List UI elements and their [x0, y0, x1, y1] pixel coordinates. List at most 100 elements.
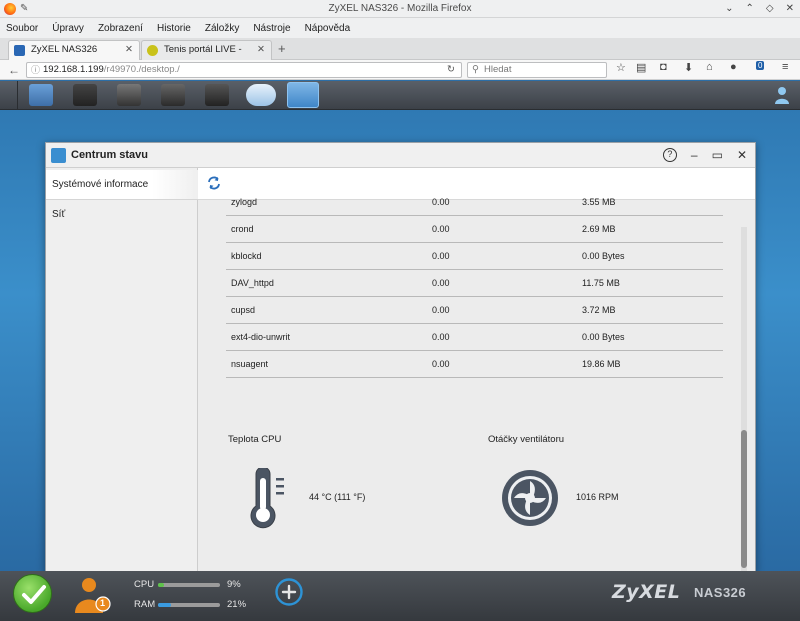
reading-list-icon[interactable]: ▤: [636, 61, 646, 74]
tenis-favicon-icon: [147, 45, 158, 56]
process-memory: 19.86 MB: [582, 359, 621, 369]
home-icon[interactable]: ⌂: [706, 61, 713, 73]
close-tab-icon[interactable]: ✕: [257, 41, 265, 59]
process-memory: 11.75 MB: [582, 278, 620, 288]
table-row: DAV_httpd 0.00 11.75 MB: [226, 270, 723, 297]
menu-upravy[interactable]: Úpravy: [52, 23, 84, 34]
process-cpu: 0.00: [432, 359, 450, 369]
menu-soubor[interactable]: Soubor: [6, 23, 38, 34]
ram-meter-fill: [158, 603, 172, 607]
new-tab-icon[interactable]: +: [278, 41, 286, 56]
minimize-icon[interactable]: –: [691, 143, 698, 168]
menu-hamburger-icon[interactable]: ≡: [782, 61, 788, 73]
cpu-temp-value: 44 °C (111 °F): [309, 492, 366, 502]
table-row: zylogd 0.00 3.55 MB: [226, 189, 723, 216]
search-input[interactable]: ⚲ Hledat: [467, 62, 607, 78]
chat-icon[interactable]: ●: [730, 61, 737, 73]
music-app-icon[interactable]: [161, 84, 185, 106]
expand-icon[interactable]: ⌃: [746, 0, 754, 18]
scrollbar-thumb[interactable]: [741, 430, 747, 568]
tab-zyxel[interactable]: ZyXEL NAS326 ✕: [8, 40, 140, 60]
url-bar[interactable]: ⓘ 192.168.1.199/r49970./desktop./ ↻: [26, 62, 462, 78]
fan-speed-label: Otáčky ventilátoru: [488, 434, 565, 445]
window-title: ZyXEL NAS326 - Mozilla Firefox: [328, 3, 472, 14]
system-ok-button[interactable]: [13, 574, 52, 613]
process-cpu: 0.00: [432, 197, 450, 207]
video-app-icon[interactable]: [205, 84, 229, 106]
notifications-button[interactable]: 1: [72, 577, 112, 613]
process-name: DAV_httpd: [231, 278, 274, 288]
users-app-icon[interactable]: [29, 84, 53, 106]
sidebar-item-label: Síť: [52, 209, 66, 220]
pin-icon[interactable]: ✎: [20, 0, 28, 18]
sidebar-item-network[interactable]: Síť: [46, 200, 198, 230]
menu-nastroje[interactable]: Nástroje: [253, 23, 290, 34]
float-icon[interactable]: ◇: [766, 0, 774, 18]
photo-app-icon[interactable]: [117, 84, 141, 106]
tab-tenis[interactable]: Tenis portál LIVE - tenis... ✕: [141, 40, 272, 73]
addon-badge[interactable]: 0: [756, 61, 765, 70]
help-icon[interactable]: ?: [662, 148, 677, 162]
media-server-app-icon[interactable]: [73, 84, 97, 106]
person-alert-icon: [75, 578, 111, 613]
nas-app-bar: [0, 81, 800, 110]
checkmark-icon: [22, 585, 46, 604]
menu-napoveda[interactable]: Nápověda: [305, 23, 351, 34]
collapse-icon[interactable]: ⌄: [725, 0, 733, 18]
bookmark-star-icon[interactable]: ☆: [616, 61, 626, 74]
thermometer-icon: [250, 468, 284, 529]
zyxel-favicon-icon: [14, 45, 25, 56]
cpu-value: 9%: [227, 579, 241, 590]
process-name: crond: [231, 224, 254, 234]
site-info-icon[interactable]: ⓘ: [31, 63, 40, 77]
process-name: ext4-dio-unwrit: [231, 332, 291, 342]
menu-zalozky[interactable]: Záložky: [205, 23, 239, 34]
ram-value: 21%: [227, 599, 247, 610]
window-header-title: Centrum stavu: [71, 149, 149, 161]
download-icon[interactable]: ⬇: [684, 61, 693, 74]
cpu-temp-label: Teplota CPU: [228, 434, 282, 445]
ram-label: RAM: [134, 599, 156, 610]
firefox-icon: [4, 3, 16, 15]
status-center-app-icon[interactable]: [287, 82, 319, 108]
process-memory: 0.00 Bytes: [582, 251, 625, 261]
add-widget-icon[interactable]: [274, 577, 304, 607]
notification-count: 1: [100, 598, 106, 608]
cpu-meter: [158, 583, 220, 587]
reload-icon[interactable]: ↻: [447, 63, 455, 77]
vertical-scrollbar[interactable]: [741, 227, 747, 571]
window-titlebar: ✎ ZyXEL NAS326 - Mozilla Firefox ⌄ ⌃ ◇ ✕: [0, 0, 800, 18]
menu-historie[interactable]: Historie: [157, 23, 191, 34]
process-cpu: 0.00: [432, 224, 450, 234]
sidebar-item-system-info[interactable]: Systémové informace: [46, 170, 198, 200]
process-name: zylogd: [231, 197, 258, 207]
close-icon[interactable]: ✕: [737, 143, 747, 168]
fan-speed-value: 1016 RPM: [576, 492, 619, 502]
content-panel: zylogd 0.00 3.55 MB crond 0.00 2.69 MB k…: [198, 168, 755, 572]
status-center-icon: [51, 148, 66, 163]
status-taskbar: 1 CPU 9% RAM 21% ZyXEL NAS326: [0, 571, 800, 621]
close-tab-icon[interactable]: ✕: [125, 41, 133, 59]
process-cpu: 0.00: [432, 332, 450, 342]
table-row: nsuagent 0.00 19.86 MB: [226, 351, 723, 378]
menu-zobrazeni[interactable]: Zobrazení: [98, 23, 143, 34]
cpu-label: CPU: [134, 579, 155, 590]
process-table: zylogd 0.00 3.55 MB crond 0.00 2.69 MB k…: [198, 197, 743, 572]
cpu-meter-fill: [158, 583, 164, 587]
table-row: kblockd 0.00 0.00 Bytes: [226, 243, 723, 270]
process-memory: 0.00 Bytes: [582, 332, 625, 342]
status-center-window: Centrum stavu ? – ▭ ✕ Systémové informac…: [45, 142, 756, 573]
process-cpu: 0.00: [432, 278, 450, 288]
process-name: cupsd: [231, 305, 256, 315]
refresh-icon[interactable]: [207, 176, 221, 190]
close-window-icon[interactable]: ✕: [786, 0, 794, 18]
tab-label: ZyXEL NAS326: [31, 44, 98, 55]
search-placeholder: Hledat: [484, 64, 512, 75]
fan-icon: [502, 470, 558, 526]
back-icon[interactable]: ←: [8, 62, 20, 78]
maximize-icon[interactable]: ▭: [712, 143, 723, 168]
zyxel-cloud-app-icon[interactable]: [246, 84, 276, 106]
window-header: Centrum stavu ? – ▭ ✕: [46, 143, 755, 168]
user-account-icon[interactable]: [774, 86, 790, 104]
pocket-icon[interactable]: ◘: [660, 61, 667, 73]
